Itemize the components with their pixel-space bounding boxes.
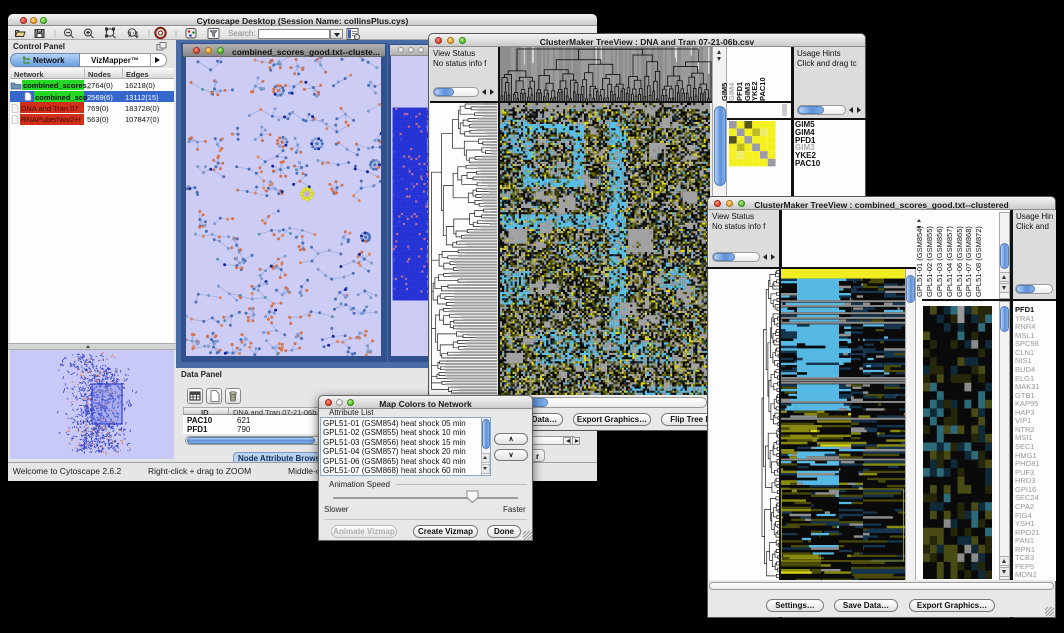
svg-text:Search:: Search: — [228, 29, 256, 38]
svg-text:1:1: 1:1 — [128, 30, 139, 39]
